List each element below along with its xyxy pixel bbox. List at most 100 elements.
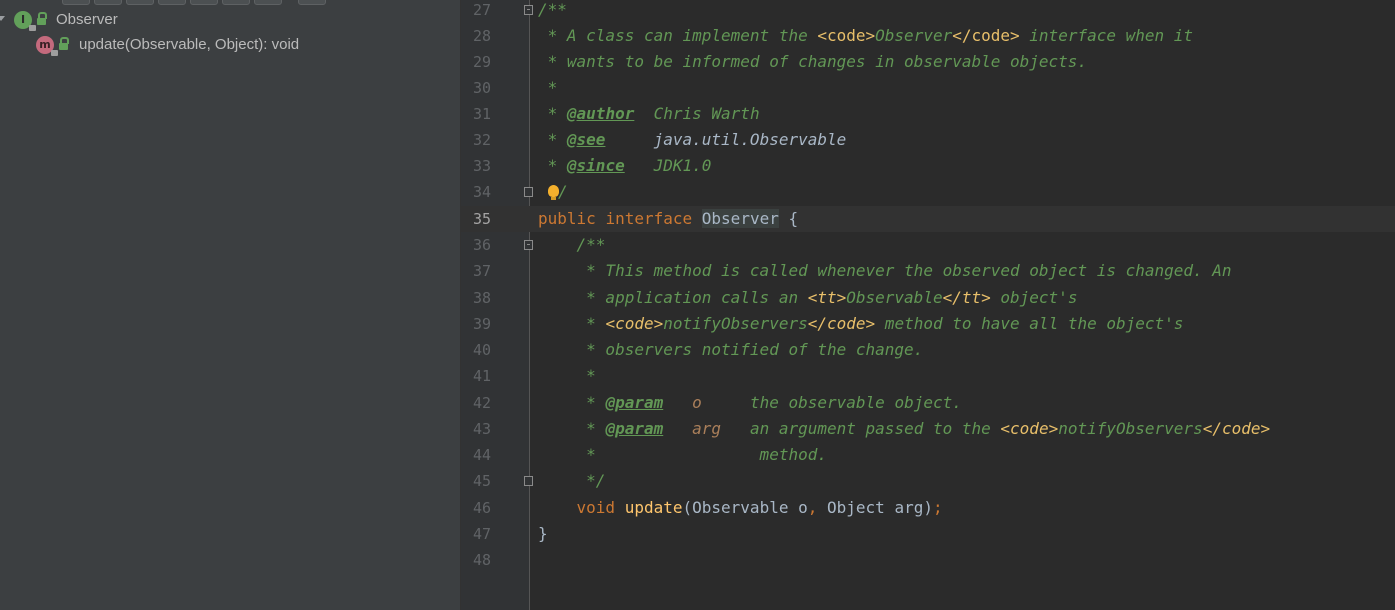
doc-comment-text: * observers notified of the change. xyxy=(538,340,924,359)
chevron-down-icon[interactable] xyxy=(0,16,5,21)
public-visibility-icon xyxy=(59,37,69,50)
doc-reference[interactable]: java.util.Observable xyxy=(605,130,847,149)
code-line[interactable]: 38 * application calls an <tt>Observable… xyxy=(461,285,1395,311)
fold-marker-icon[interactable] xyxy=(524,240,533,250)
param-name: o xyxy=(692,393,702,412)
code-line[interactable]: 32 * @see java.util.Observable xyxy=(461,127,1395,153)
toolbar-button-8[interactable] xyxy=(298,0,326,5)
code-line[interactable]: 28 * A class can implement the <code>Obs… xyxy=(461,23,1395,49)
code-line[interactable]: 33 * @since JDK1.0 xyxy=(461,153,1395,179)
javadoc-tag: @author xyxy=(566,104,635,123)
line-number: 39 xyxy=(472,315,491,333)
doc-comment-text: * xyxy=(538,393,606,412)
javadoc-tag: @param xyxy=(605,419,664,438)
method-icon: m xyxy=(36,36,58,56)
line-number: 33 xyxy=(472,157,491,175)
doc-comment-text: * xyxy=(538,419,606,438)
code-line[interactable]: 46 void update(Observable o, Object arg)… xyxy=(461,495,1395,521)
line-number: 46 xyxy=(472,499,491,517)
doc-comment-text: * xyxy=(538,104,567,123)
code-editor[interactable]: 27 /** 28 * A class can implement the <c… xyxy=(461,0,1395,610)
comma: , xyxy=(807,498,818,517)
doc-comment-text: an argument passed to the xyxy=(721,419,1001,438)
code-line[interactable]: 27 /** xyxy=(461,0,1395,23)
lock-badge-icon xyxy=(29,25,36,31)
html-tag: <code> xyxy=(605,314,664,333)
keyword: public xyxy=(538,209,596,228)
toolbar-button-3[interactable] xyxy=(126,0,154,5)
method-name[interactable]: update xyxy=(625,498,683,517)
code-line[interactable]: 44 * method. xyxy=(461,442,1395,468)
code-line[interactable]: 37 * This method is called whenever the … xyxy=(461,258,1395,284)
code-line[interactable]: 41 * xyxy=(461,363,1395,389)
doc-comment-text: * xyxy=(538,130,567,149)
doc-comment-text: / xyxy=(558,182,568,201)
doc-comment-text: */ xyxy=(538,471,606,490)
doc-comment-text: Chris Warth xyxy=(634,104,760,123)
code-line[interactable]: 43 * @param arg an argument passed to th… xyxy=(461,416,1395,442)
toolbar-button-6[interactable] xyxy=(222,0,250,5)
toolbar-button-4[interactable] xyxy=(158,0,186,5)
line-number: 34 xyxy=(472,183,491,201)
toolbar-button-5[interactable] xyxy=(190,0,218,5)
tree-node-label: Observer xyxy=(56,11,118,28)
code-line[interactable]: 30 * xyxy=(461,75,1395,101)
code-line[interactable]: 42 * @param o the observable object. xyxy=(461,390,1395,416)
code-line[interactable]: 48 xyxy=(461,547,1395,573)
interface-icon-letter: I xyxy=(20,13,26,26)
code-line-current[interactable]: 35 public interface Observer { xyxy=(461,206,1395,232)
fold-end-marker-icon[interactable] xyxy=(524,476,533,486)
doc-comment-text: method to have all the object's xyxy=(875,314,1184,333)
html-tag: </code> xyxy=(952,26,1020,45)
toolbar-button-1[interactable] xyxy=(62,0,90,5)
doc-comment-text: JDK1.0 xyxy=(624,156,712,175)
line-number: 43 xyxy=(472,420,491,438)
code-line[interactable]: 47 } xyxy=(461,521,1395,547)
code-line[interactable]: 31 * @author Chris Warth xyxy=(461,101,1395,127)
line-number: 47 xyxy=(472,525,491,543)
brace: } xyxy=(538,524,548,543)
line-number: 44 xyxy=(472,446,491,464)
html-tag: <code> xyxy=(1000,419,1059,438)
doc-comment-text: notifyObservers xyxy=(663,314,808,333)
interface-name[interactable]: Observer xyxy=(701,209,779,228)
code-line[interactable]: 45 */ xyxy=(461,468,1395,494)
public-visibility-icon xyxy=(37,12,47,25)
doc-comment-text: notifyObservers xyxy=(1058,419,1203,438)
tree-node-observer[interactable]: I Observer xyxy=(0,9,460,31)
code-line[interactable]: 34 / xyxy=(461,179,1395,205)
tree-node-update-method[interactable]: m update(Observable, Object): void xyxy=(0,34,460,56)
doc-comment-text: * method. xyxy=(538,445,827,464)
param-list: (Observable o xyxy=(682,498,808,517)
line-number: 30 xyxy=(472,79,491,97)
html-tag: </tt> xyxy=(942,288,991,307)
line-number: 27 xyxy=(472,1,491,19)
doc-comment-text: * A class can implement the xyxy=(538,26,818,45)
doc-comment-text: the observable object. xyxy=(701,393,962,412)
code-line[interactable]: 29 * wants to be informed of changes in … xyxy=(461,49,1395,75)
fold-end-marker-icon[interactable] xyxy=(524,187,533,197)
code-line[interactable]: 40 * observers notified of the change. xyxy=(461,337,1395,363)
doc-comment-text: object's xyxy=(990,288,1078,307)
doc-comment-text: * xyxy=(538,78,558,97)
line-number: 42 xyxy=(472,394,491,412)
doc-comment-text: * xyxy=(538,314,606,333)
keyword: interface xyxy=(605,209,693,228)
doc-comment-text: * This method is called whenever the obs… xyxy=(538,261,1232,280)
javadoc-tag: @see xyxy=(566,130,606,149)
param-name: arg xyxy=(692,419,722,438)
fold-marker-icon[interactable] xyxy=(524,5,533,15)
line-number: 28 xyxy=(472,27,491,45)
toolbar-button-2[interactable] xyxy=(94,0,122,5)
code-line[interactable]: 36 /** xyxy=(461,232,1395,258)
code-line[interactable]: 39 * <code>notifyObservers</code> method… xyxy=(461,311,1395,337)
keyword: void xyxy=(576,498,616,517)
toolbar-button-7[interactable] xyxy=(254,0,282,5)
doc-comment-text: * xyxy=(538,156,567,175)
line-number: 32 xyxy=(472,131,491,149)
interface-icon: I xyxy=(14,11,36,31)
html-tag: </code> xyxy=(807,314,876,333)
doc-comment-text: /** xyxy=(538,235,606,254)
